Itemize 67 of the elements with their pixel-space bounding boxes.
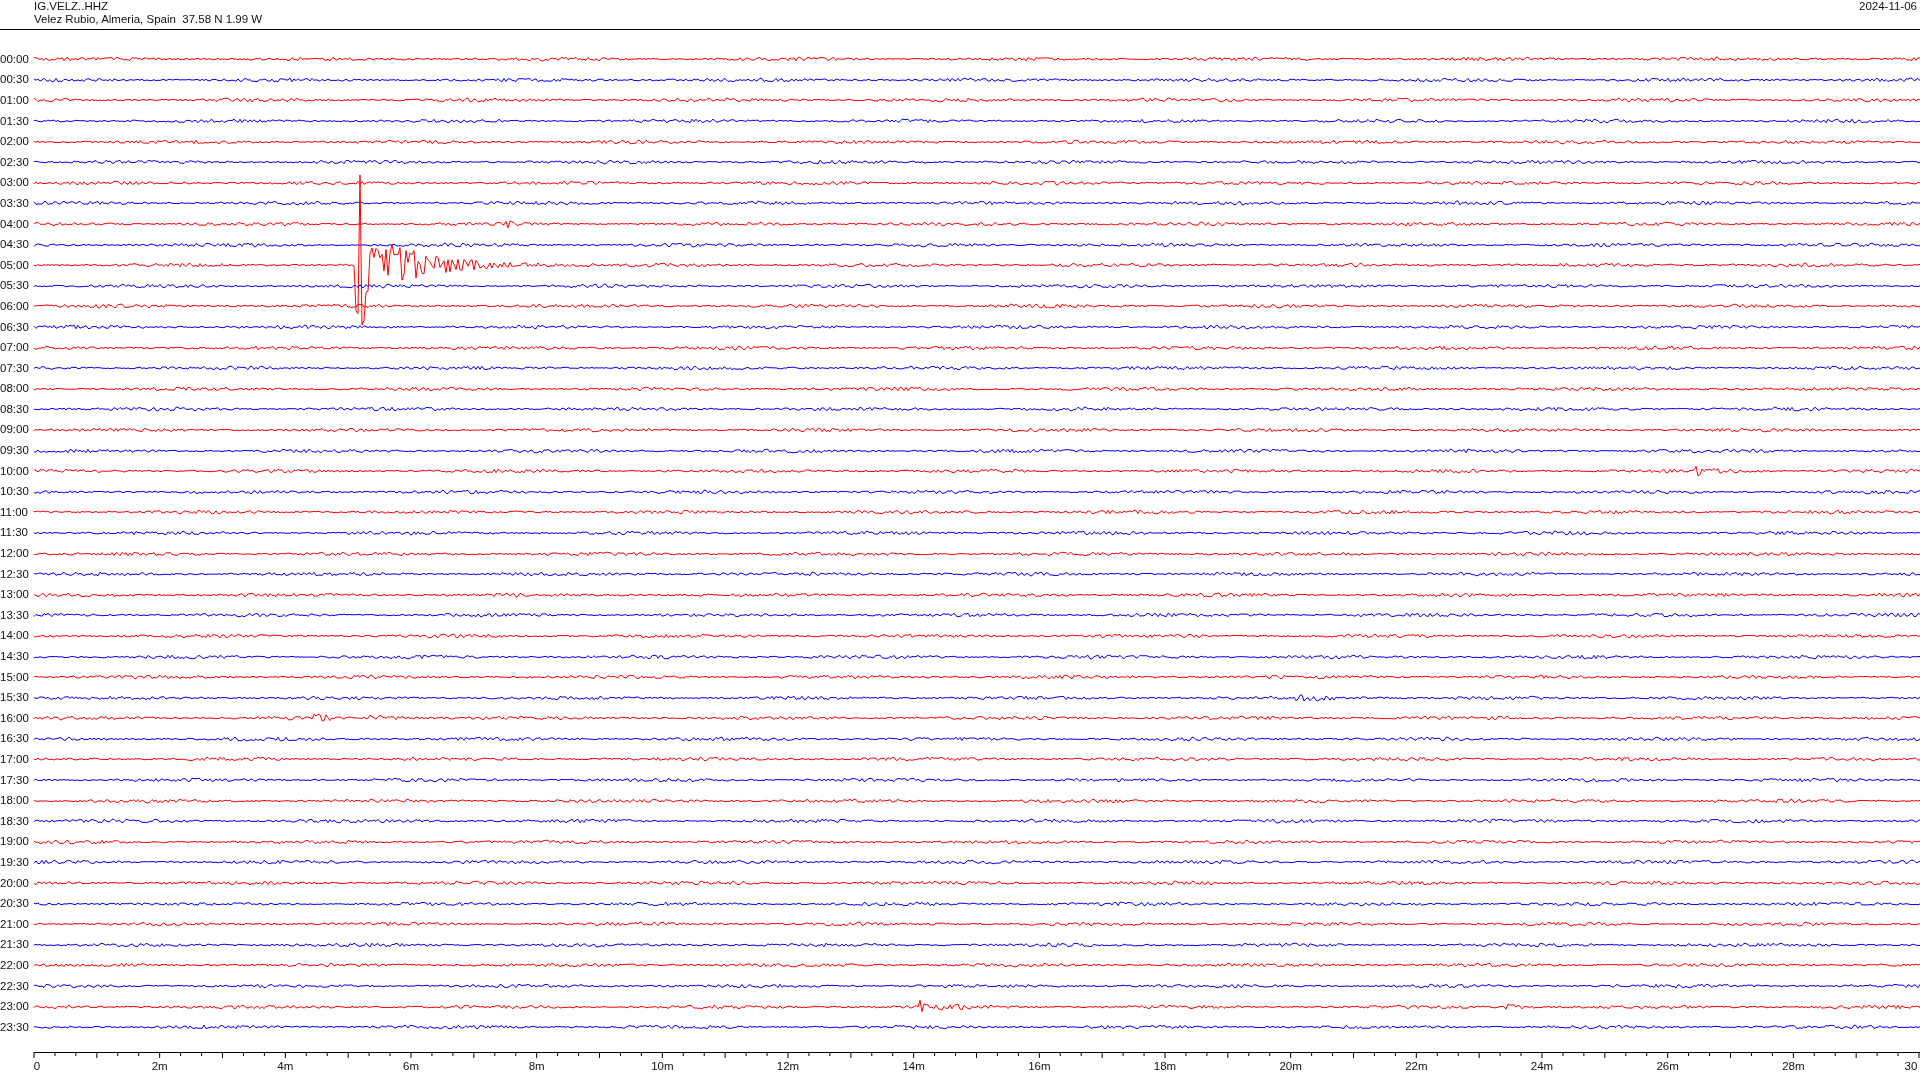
time-label: 09:30 <box>0 444 30 458</box>
axis-label: 4m <box>277 1059 294 1073</box>
time-label: 04:00 <box>0 217 30 231</box>
time-label: 01:30 <box>0 114 30 128</box>
time-label: 06:30 <box>0 320 30 334</box>
time-label: 14:00 <box>0 629 30 643</box>
time-label: 15:00 <box>0 670 30 684</box>
time-label: 21:00 <box>0 917 30 931</box>
time-label: 03:30 <box>0 196 30 210</box>
axis-label: 20m <box>1279 1059 1302 1073</box>
time-label: 19:00 <box>0 835 30 849</box>
axis-label: 2m <box>151 1059 168 1073</box>
axis-label: 18m <box>1153 1059 1177 1073</box>
time-label: 10:30 <box>0 485 30 499</box>
time-label: 19:30 <box>0 855 30 869</box>
axis-label: 12m <box>776 1059 800 1073</box>
station-location: Velez Rubio, Almeria, Spain 37.58 N 1.99 W <box>34 13 263 26</box>
time-label: 21:30 <box>0 938 30 952</box>
time-label: 04:30 <box>0 238 30 252</box>
axis-label: 30 <box>1904 1059 1918 1073</box>
time-label: 12:30 <box>0 567 30 581</box>
time-label: 09:00 <box>0 423 30 437</box>
axis-label: 16m <box>1028 1059 1051 1073</box>
time-label: 23:00 <box>0 1000 30 1014</box>
time-label: 23:30 <box>0 1020 30 1034</box>
axis-label: 10m <box>651 1059 674 1073</box>
time-label: 07:00 <box>0 341 30 355</box>
time-label: 18:30 <box>0 814 30 828</box>
time-label: 17:30 <box>0 773 30 787</box>
time-label: 13:30 <box>0 608 30 622</box>
axis-label: 26m <box>1656 1059 1679 1073</box>
time-label: 08:00 <box>0 382 30 396</box>
time-label: 12:00 <box>0 547 30 561</box>
time-label: 20:00 <box>0 876 30 890</box>
plot-date: 2024-11-06 <box>1859 0 1917 14</box>
time-label: 15:30 <box>0 691 30 705</box>
time-label: 11:30 <box>0 526 29 540</box>
time-label: 02:30 <box>0 155 30 169</box>
time-label: 00:30 <box>0 73 30 87</box>
axis-label: 8m <box>528 1059 545 1073</box>
time-label: 00:00 <box>0 52 30 66</box>
time-label: 10:00 <box>0 464 30 478</box>
time-label: 11:00 <box>0 505 29 519</box>
time-label: 02:00 <box>0 135 30 149</box>
time-label: 16:30 <box>0 732 30 746</box>
time-label: 22:00 <box>0 958 30 972</box>
time-label: 05:00 <box>0 258 30 272</box>
axis-label: 6m <box>403 1059 419 1073</box>
station-code: IG.VELZ..HHZ <box>34 0 110 13</box>
time-label: 20:30 <box>0 897 30 911</box>
time-label: 08:30 <box>0 402 30 416</box>
axis-label: 24m <box>1530 1059 1554 1073</box>
time-label: 05:30 <box>0 279 30 293</box>
time-label: 22:30 <box>0 979 30 993</box>
time-label: 07:30 <box>0 361 30 375</box>
axis-label: 14m <box>902 1059 925 1073</box>
time-label: 03:00 <box>0 176 30 190</box>
time-label: 14:30 <box>0 650 30 663</box>
time-label: 13:00 <box>0 588 30 602</box>
axis-label: 0 <box>33 1059 41 1073</box>
time-label: 01:00 <box>0 94 30 107</box>
axis-label: 22m <box>1405 1059 1428 1073</box>
time-label: 18:00 <box>0 794 30 808</box>
time-label: 06:00 <box>0 299 30 313</box>
axis-label: 28m <box>1782 1059 1805 1073</box>
time-label: 17:00 <box>0 753 30 766</box>
time-label: 16:00 <box>0 711 30 725</box>
